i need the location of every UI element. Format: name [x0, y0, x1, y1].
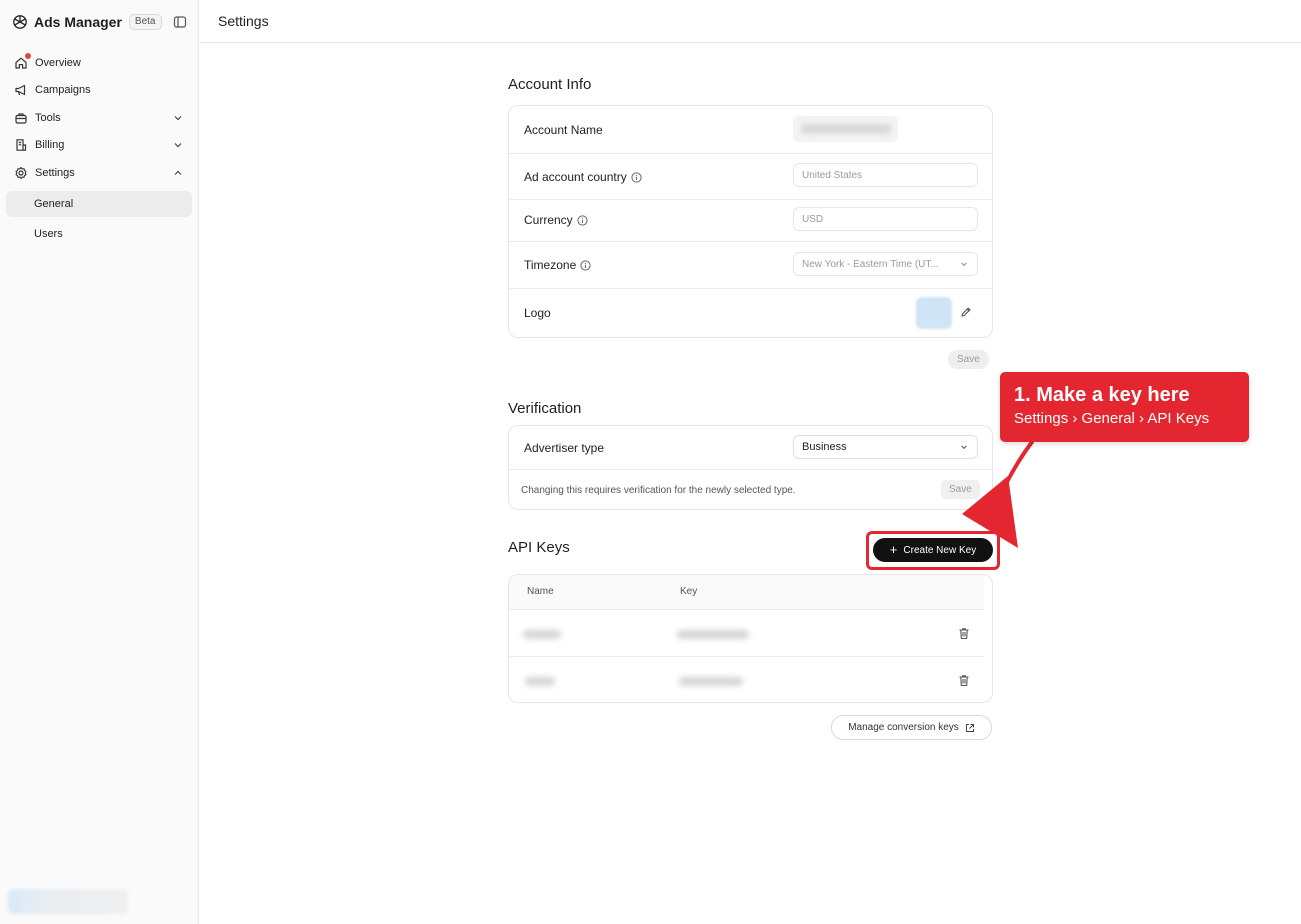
table-row	[509, 657, 984, 702]
sidebar: Ads Manager Beta Overview Campaigns Tool…	[0, 0, 199, 924]
sidebar-item-settings[interactable]: Settings	[6, 160, 192, 186]
chevron-down-icon	[172, 112, 184, 124]
account-name-label: Account Name	[524, 123, 603, 137]
sidebar-item-label: Overview	[35, 57, 81, 69]
sidebar-subitem-users[interactable]: Users	[6, 221, 192, 247]
verification-title: Verification	[508, 400, 582, 417]
chevron-down-icon	[172, 139, 184, 151]
billing-icon	[14, 138, 28, 152]
timezone-label: Timezone	[524, 258, 591, 272]
timezone-row: Timezone New York - Eastern Time (UT...	[509, 242, 992, 289]
currency-field[interactable]: USD	[793, 207, 978, 231]
sidebar-item-overview[interactable]: Overview	[6, 50, 192, 76]
timezone-label-text: Timezone	[524, 258, 577, 272]
table-header: Name Key	[509, 575, 984, 610]
megaphone-icon	[14, 83, 28, 97]
key-name-cell	[525, 677, 555, 686]
pencil-icon[interactable]	[960, 306, 972, 318]
manage-conversion-keys-label: Manage conversion keys	[848, 722, 959, 733]
callout-box: 1. Make a key here Settings › General › …	[1000, 372, 1249, 442]
sidebar-item-campaigns[interactable]: Campaigns	[6, 77, 192, 103]
top-bar: Settings	[200, 0, 1301, 43]
currency-label: Currency	[524, 213, 588, 227]
sidebar-item-label: Settings	[35, 167, 75, 179]
column-header-name: Name	[527, 586, 554, 597]
info-icon[interactable]	[631, 171, 642, 183]
advertiser-type-row: Advertiser type Business	[509, 426, 992, 470]
trash-icon[interactable]	[958, 674, 970, 687]
account-switcher[interactable]	[8, 889, 128, 914]
ad-account-country-field[interactable]: United States	[793, 163, 978, 187]
info-icon[interactable]	[580, 259, 591, 271]
sidebar-item-label: Tools	[35, 112, 61, 124]
advertiser-type-value: Business	[802, 441, 847, 453]
ad-account-country-row: Ad account country United States	[509, 154, 992, 200]
manage-conversion-keys-button[interactable]: Manage conversion keys	[831, 715, 992, 740]
callout-title: 1. Make a key here	[1014, 384, 1190, 406]
toolbox-icon	[14, 111, 28, 125]
info-icon[interactable]	[577, 214, 588, 226]
column-header-key: Key	[680, 586, 698, 597]
account-info-card: Account Name Ad account country United S…	[508, 105, 993, 338]
account-info-title: Account Info	[508, 76, 592, 93]
key-name-cell	[523, 630, 561, 639]
timezone-value: New York - Eastern Time (UT...	[802, 258, 939, 270]
api-keys-title: API Keys	[508, 539, 570, 556]
verification-card: Advertiser type Business Changing this r…	[508, 425, 993, 510]
callout-arrow	[962, 440, 1034, 548]
sidebar-item-label: Billing	[35, 139, 65, 151]
advertiser-type-label: Advertiser type	[524, 441, 605, 455]
openai-logo-icon	[12, 14, 28, 30]
account-name-input[interactable]	[793, 116, 898, 142]
logo-label: Logo	[524, 306, 551, 320]
table-row	[509, 610, 984, 657]
chevron-up-icon	[172, 167, 184, 179]
ad-account-country-label: Ad account country	[524, 170, 642, 184]
api-keys-table: Name Key	[508, 574, 993, 703]
key-value-cell	[679, 677, 743, 686]
notification-dot	[25, 53, 31, 59]
ad-account-country-label-text: Ad account country	[524, 170, 627, 184]
external-link-icon	[965, 723, 975, 733]
key-value-cell	[677, 630, 749, 639]
currency-label-text: Currency	[524, 213, 573, 227]
logo-thumbnail[interactable]	[916, 297, 952, 329]
sidebar-item-label: Campaigns	[35, 84, 91, 96]
trash-icon[interactable]	[958, 627, 970, 640]
account-info-save-button[interactable]: Save	[948, 350, 989, 369]
home-icon	[14, 53, 31, 70]
account-name-row: Account Name	[509, 106, 992, 154]
logo-row: Logo	[509, 289, 992, 338]
verification-note: Changing this requires verification for …	[521, 485, 796, 496]
app-name: Ads Manager	[34, 14, 122, 30]
sidebar-subitem-general[interactable]: General	[6, 191, 192, 217]
callout-subtitle: Settings › General › API Keys	[1014, 410, 1210, 427]
gear-icon	[14, 166, 28, 180]
page-title: Settings	[218, 13, 269, 29]
beta-badge: Beta	[128, 14, 162, 30]
currency-row: Currency USD	[509, 200, 992, 242]
sidebar-item-billing[interactable]: Billing	[6, 132, 192, 158]
account-name-value	[801, 124, 891, 134]
sidebar-item-tools[interactable]: Tools	[6, 105, 192, 131]
sidebar-toggle-icon[interactable]	[173, 15, 187, 29]
brand[interactable]: Ads Manager Beta	[12, 12, 162, 32]
timezone-select[interactable]: New York - Eastern Time (UT...	[793, 252, 978, 276]
chevron-down-icon	[959, 259, 969, 269]
